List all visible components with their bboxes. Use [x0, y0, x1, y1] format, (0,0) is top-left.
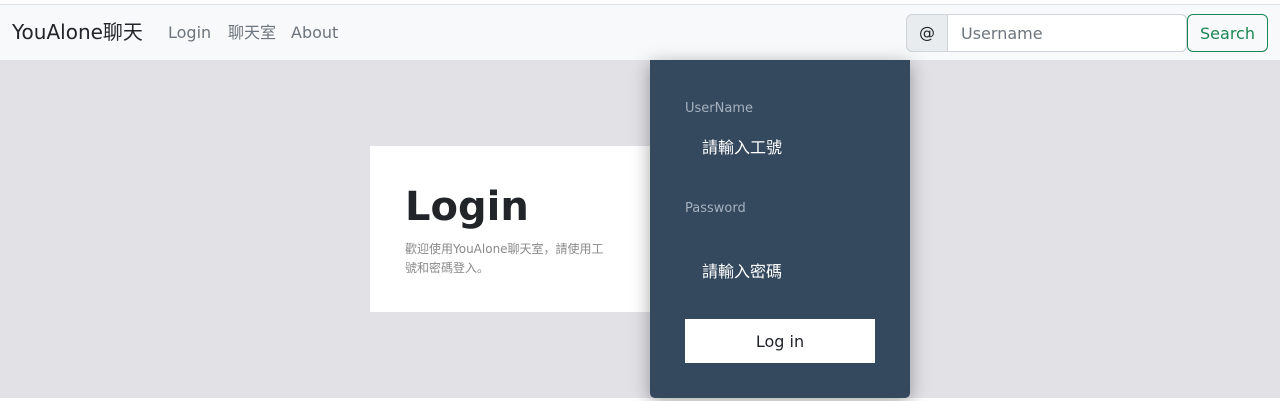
login-form-panel: UserName Password Log in: [650, 60, 910, 398]
nav-link-about[interactable]: About: [291, 22, 338, 44]
nav-link-login[interactable]: Login: [168, 22, 211, 44]
search-button[interactable]: Search: [1187, 14, 1268, 52]
brand-link[interactable]: YouAlone聊天: [12, 19, 143, 45]
main-area: Login 歡迎使用YouAlone聊天室，請使用工號和密碼登入。 UserNa…: [0, 60, 1280, 398]
top-navbar: YouAlone聊天 Login 聊天室 About @ Search: [0, 4, 1280, 60]
login-title: Login: [405, 184, 529, 230]
login-info-card: Login 歡迎使用YouAlone聊天室，請使用工號和密碼登入。: [370, 146, 660, 312]
password-label: Password: [685, 201, 746, 216]
username-label: UserName: [685, 101, 753, 116]
password-field[interactable]: [685, 256, 875, 286]
username-field[interactable]: [685, 132, 875, 162]
at-sign-addon: @: [906, 14, 948, 52]
nav-link-chatroom[interactable]: 聊天室: [228, 22, 276, 44]
login-description: 歡迎使用YouAlone聊天室，請使用工號和密碼登入。: [405, 242, 604, 275]
username-search-input[interactable]: [947, 14, 1187, 52]
log-in-button[interactable]: Log in: [685, 319, 875, 363]
